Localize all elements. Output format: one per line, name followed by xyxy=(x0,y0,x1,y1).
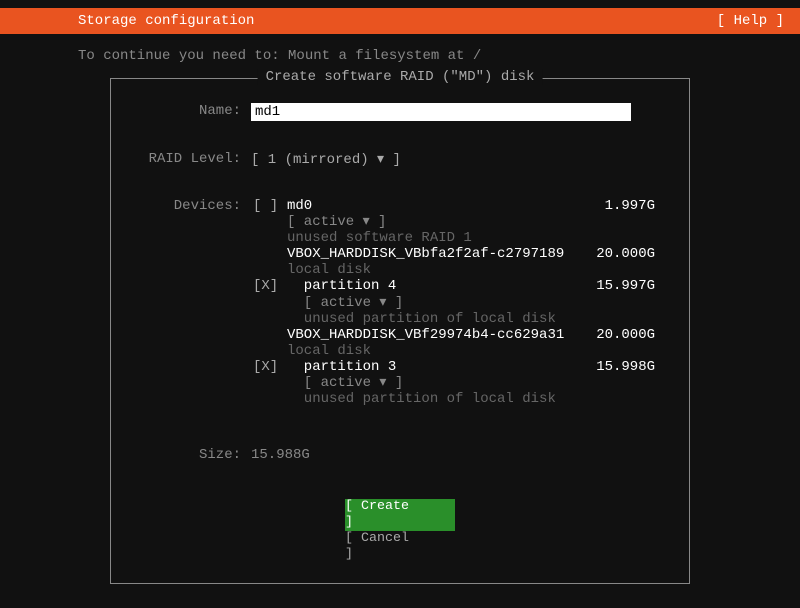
device-size: 20.000G xyxy=(579,327,659,343)
device-checkbox xyxy=(251,327,287,343)
device-row[interactable]: [ ]md01.997G xyxy=(251,198,659,214)
size-label: Size: xyxy=(141,447,251,463)
name-label: Name: xyxy=(141,103,251,121)
device-desc: unused software RAID 1 xyxy=(287,230,659,246)
cancel-button[interactable]: [ Cancel] xyxy=(345,531,455,563)
raid-level-label: RAID Level: xyxy=(141,151,251,168)
device-name: partition 3 xyxy=(287,359,579,375)
device-row[interactable]: [X] partition 415.997G xyxy=(251,278,659,294)
topbar: Storage configuration [ Help ] xyxy=(0,8,800,34)
device-row[interactable]: [X] partition 315.998G xyxy=(251,359,659,375)
device-checkbox[interactable]: [ ] xyxy=(251,198,287,214)
device-size: 15.998G xyxy=(579,359,659,375)
device-desc: unused partition of local disk xyxy=(287,311,659,327)
create-button[interactable]: [ Create] xyxy=(345,499,455,531)
device-size: 1.997G xyxy=(579,198,659,214)
name-input[interactable] xyxy=(251,103,631,121)
device-status-select[interactable]: [ active ▾ ] xyxy=(287,214,659,230)
device-desc: local disk xyxy=(287,343,659,359)
devices-label: Devices: xyxy=(141,198,251,407)
size-value: 15.988G xyxy=(251,447,310,463)
device-size: 15.997G xyxy=(579,278,659,294)
raid-dialog: Create software RAID ("MD") disk Name: R… xyxy=(110,78,690,584)
device-status-select[interactable]: [ active ▾ ] xyxy=(287,375,659,391)
device-status-select[interactable]: [ active ▾ ] xyxy=(287,295,659,311)
device-name: VBOX_HARDDISK_VBf29974b4-cc629a31 xyxy=(287,327,579,343)
device-checkbox[interactable]: [X] xyxy=(251,278,287,294)
device-row: VBOX_HARDDISK_VBf29974b4-cc629a3120.000G xyxy=(251,327,659,343)
raid-level-select[interactable]: [ 1 (mirrored) ▾ ] xyxy=(251,151,401,168)
device-checkbox[interactable]: [X] xyxy=(251,359,287,375)
device-desc: unused partition of local disk xyxy=(287,391,659,407)
device-checkbox xyxy=(251,246,287,262)
device-row: VBOX_HARDDISK_VBbfa2f2af-c279718920.000G xyxy=(251,246,659,262)
device-size: 20.000G xyxy=(579,246,659,262)
device-name: partition 4 xyxy=(287,278,579,294)
device-name: VBOX_HARDDISK_VBbfa2f2af-c2797189 xyxy=(287,246,579,262)
devices-list: [ ]md01.997G[ active ▾ ]unused software … xyxy=(251,198,659,407)
page-title: Storage configuration xyxy=(78,13,254,29)
hint-text: To continue you need to: Mount a filesys… xyxy=(0,34,800,72)
device-name: md0 xyxy=(287,198,579,214)
help-button[interactable]: [ Help ] xyxy=(717,13,784,29)
device-desc: local disk xyxy=(287,262,659,278)
dialog-title: Create software RAID ("MD") disk xyxy=(258,69,543,85)
